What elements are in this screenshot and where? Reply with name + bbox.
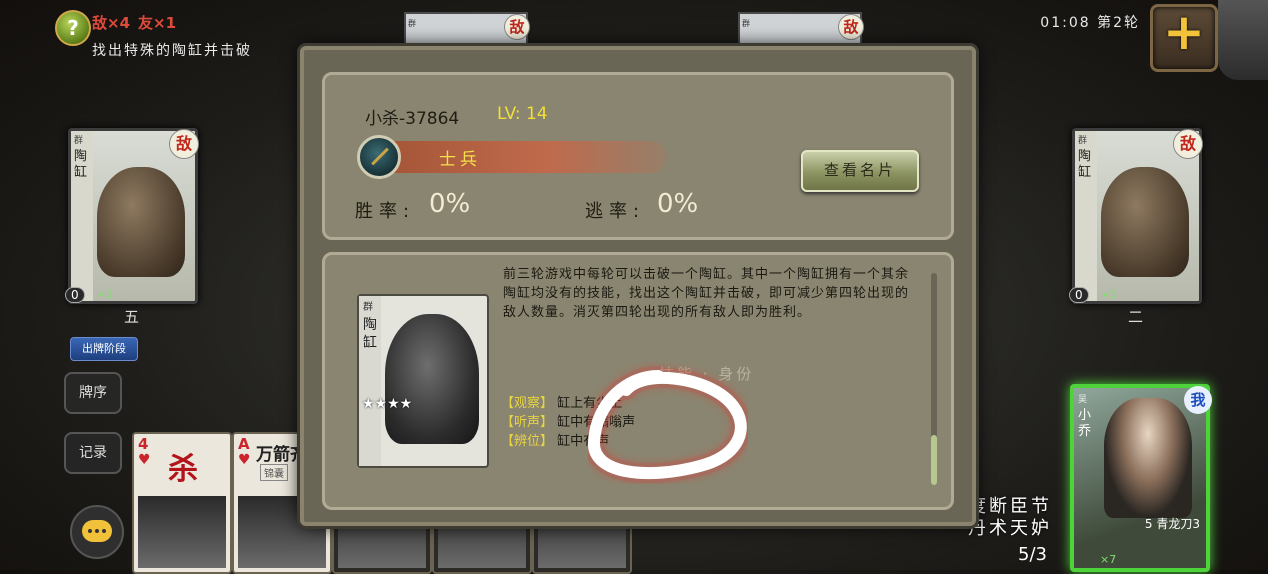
mission-hud: ? 敌×4 友×1 找出特殊的陶缸并击破 xyxy=(55,8,315,68)
enemy-flag: 敌 xyxy=(1173,129,1203,159)
enemy-flag: 敌 xyxy=(838,14,864,40)
jar-image xyxy=(385,314,479,444)
hero-portrait xyxy=(1104,398,1192,518)
jar-portrait xyxy=(1101,167,1189,277)
skill-name[interactable]: 天妒 xyxy=(1010,518,1052,539)
x-count: ×1 xyxy=(1101,288,1118,301)
self-player-card[interactable]: 吴 小乔 我 5 青龙刀3 ×7 xyxy=(1070,384,1212,572)
rank-bar xyxy=(371,141,667,173)
chat-icon xyxy=(82,520,112,542)
player-name: 小杀-37864 xyxy=(365,109,460,129)
win-rate-value: 0% xyxy=(429,189,471,219)
card-suit: ♥ xyxy=(238,452,251,468)
hand-card[interactable]: 4 ♥ 杀 xyxy=(132,432,232,574)
top-opponent-1[interactable]: 群 敌 xyxy=(404,12,530,50)
round-timer: 01:08 第2轮 xyxy=(1040,15,1140,31)
player-name: 小乔 xyxy=(1078,408,1092,439)
self-hand-count: 5/3 xyxy=(1018,544,1047,565)
phase-badge: 出牌阶段 xyxy=(70,337,138,361)
card-title: 杀 xyxy=(168,452,198,487)
faction-label: 群 xyxy=(363,302,373,313)
player-name: 陶缸 xyxy=(74,149,88,180)
weapon-label: 5 青龙刀3 xyxy=(1144,517,1200,531)
x-count: ×7 xyxy=(1100,553,1117,566)
corner-ornament xyxy=(1218,0,1268,80)
card-rank: 4 xyxy=(138,435,149,453)
scrollbar[interactable] xyxy=(931,273,937,485)
self-flag: 我 xyxy=(1184,386,1212,414)
rank-emblem-icon xyxy=(357,135,401,179)
player-level: LV: 14 xyxy=(497,104,548,124)
rank-title: 士兵 xyxy=(439,150,481,170)
card-art xyxy=(138,496,226,568)
skill-tag: 【听声】 xyxy=(501,415,554,430)
enemy-flag: 敌 xyxy=(504,14,530,40)
chat-button[interactable] xyxy=(70,505,124,559)
character-name: 陶缸 xyxy=(363,317,377,351)
faction-label: 群 xyxy=(408,19,416,28)
card-suit: ♥ xyxy=(138,452,151,468)
player-info-panel: 小杀-37864 LV: 14 士兵 查看名片 胜率: 0% 逃率: 0% xyxy=(322,72,954,240)
annotation-circle xyxy=(588,366,748,484)
card-type: 锦囊 xyxy=(260,464,288,481)
player-name: 陶缸 xyxy=(1078,149,1092,180)
seat-label-left: 五 xyxy=(124,308,140,326)
enemy-count: 敌×4 xyxy=(92,14,131,32)
plus-icon: + xyxy=(1163,3,1205,61)
top-opponent-2[interactable]: 群 敌 xyxy=(738,12,864,50)
hand-count: 0 xyxy=(65,287,85,303)
help-icon[interactable]: ? xyxy=(55,10,91,46)
add-button[interactable]: + xyxy=(1150,3,1218,72)
sort-button[interactable]: 牌序 xyxy=(64,372,122,414)
faction-label: 群 xyxy=(742,19,750,28)
right-player-card[interactable]: 群 陶缸 敌 0 ×1 xyxy=(1069,128,1203,304)
ally-count: 友×1 xyxy=(138,14,177,32)
skill-tag: 【观察】 xyxy=(501,396,554,411)
win-rate-label: 胜率: xyxy=(355,201,416,222)
escape-rate-label: 逃率: xyxy=(585,201,646,222)
left-player-card[interactable]: 群 陶缸 敌 0 ×1 xyxy=(65,128,199,304)
faction-label: 群 xyxy=(1078,136,1088,146)
view-card-button[interactable]: 查看名片 xyxy=(801,150,919,192)
star-rating: ★★★★ xyxy=(362,396,412,412)
x-count: ×1 xyxy=(97,288,114,301)
skill-names: 度断臣节 丹术天妒 xyxy=(968,496,1068,540)
skill-name[interactable]: 臣节 xyxy=(1010,496,1052,517)
jar-portrait xyxy=(97,167,185,277)
jar-character-card: 群 陶缸 ★★★★ xyxy=(357,294,489,468)
escape-rate-value: 0% xyxy=(657,189,699,219)
card-rank: A xyxy=(238,435,250,453)
hand-count: 0 xyxy=(1069,287,1089,303)
seat-label-right: 二 xyxy=(1128,308,1144,326)
skill-tag: 【辨位】 xyxy=(501,434,554,449)
enemy-flag: 敌 xyxy=(169,129,199,159)
log-button[interactable]: 记录 xyxy=(64,432,122,474)
faction-label: 吴 xyxy=(1078,395,1088,405)
description-text: 前三轮游戏中每轮可以击破一个陶缸。其中一个陶缸拥有一个其余陶缸均没有的技能，找出… xyxy=(503,267,910,320)
scrollbar-thumb[interactable] xyxy=(931,435,937,485)
faction-label: 群 xyxy=(74,136,84,146)
mission-text: 找出特殊的陶缸并击破 xyxy=(92,43,252,59)
